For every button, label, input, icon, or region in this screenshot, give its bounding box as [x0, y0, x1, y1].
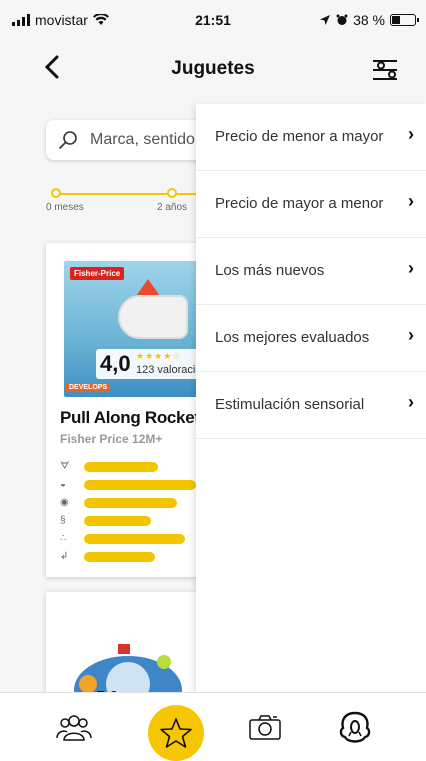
rocket-shape: [118, 295, 188, 339]
sort-option-newest[interactable]: Los más nuevos ›: [196, 238, 426, 305]
sort-menu: Precio de menor a mayor › Precio de mayo…: [196, 104, 426, 692]
nav-favorites[interactable]: [148, 705, 204, 761]
bottom-nav: [0, 692, 426, 761]
chevron-right-icon: ›: [408, 392, 414, 412]
skill-bar: [84, 462, 158, 472]
battery-icon: [390, 14, 419, 26]
hearing-icon: ᗊ: [60, 461, 70, 472]
eye-icon: ◉: [60, 497, 69, 508]
sort-option-label: Los mejores evaluados: [215, 329, 370, 346]
sort-option-price-asc[interactable]: Precio de menor a mayor ›: [196, 104, 426, 171]
skill-bar: [84, 534, 185, 544]
sort-option-best-rated[interactable]: Los mejores evaluados ›: [196, 305, 426, 372]
sliders-icon: [373, 60, 397, 80]
profile-icon: [339, 711, 371, 743]
age-label-min: 0 meses: [46, 202, 84, 213]
battery-percent: 38 %: [353, 12, 385, 28]
rating-stars: ★★★★☆: [136, 351, 182, 361]
skill-bar: [84, 516, 151, 526]
chevron-right-icon: ›: [408, 124, 414, 144]
community-icon: [56, 715, 92, 741]
motor-icon: §: [60, 515, 66, 526]
age-slider-handle-min[interactable]: [51, 188, 61, 198]
package-band: DEVELOPS: [66, 383, 111, 392]
alarm-icon: [336, 14, 348, 25]
touch-icon: ◒: [60, 479, 67, 490]
product-subtitle: Fisher Price 12M+: [60, 432, 163, 446]
rating-count: 123 valoraciones: [136, 364, 202, 376]
product-title: Pull Along Rocket: [60, 408, 200, 427]
skill-bar: [84, 552, 155, 562]
skill-bar: [84, 498, 177, 508]
chevron-right-icon: ›: [408, 325, 414, 345]
sort-option-label: Precio de menor a mayor: [215, 128, 384, 145]
sort-option-label: Los más nuevos: [215, 262, 325, 279]
location-arrow-icon: [320, 15, 331, 25]
skill-bar: [84, 480, 196, 490]
nav-community[interactable]: [54, 707, 94, 747]
sort-option-sensory[interactable]: Estimulación sensorial ›: [196, 372, 426, 439]
chevron-right-icon: ›: [408, 258, 414, 278]
brand-logo: Fisher-Price: [70, 267, 125, 280]
sort-option-price-desc[interactable]: Precio de mayor a menor ›: [196, 171, 426, 238]
sort-option-label: Estimulación sensorial: [215, 396, 365, 413]
product-image: Fisher-Price DEVELOPS 4,0 ★★★★☆ 123 valo…: [64, 261, 202, 397]
cognitive-icon: ↲: [60, 551, 69, 562]
battery-fill: [392, 16, 400, 24]
product-card[interactable]: 5,0: [46, 592, 206, 702]
search-icon: [59, 131, 77, 149]
product-card[interactable]: Fisher-Price DEVELOPS 4,0 ★★★★☆ 123 valo…: [46, 243, 206, 577]
filter-button[interactable]: [370, 56, 400, 84]
social-icon: ∴: [60, 533, 67, 544]
status-right-group: 38 %: [319, 12, 419, 28]
rating-overlay: 4,0 ★★★★☆ 123 valoraciones: [96, 349, 202, 379]
chevron-right-icon: ›: [408, 191, 414, 211]
age-slider-handle-max[interactable]: [167, 188, 177, 198]
status-bar: movistar 21:51 38 %: [0, 0, 426, 40]
rating-value: 4,0: [100, 351, 131, 376]
sort-option-label: Precio de mayor a menor: [215, 195, 384, 212]
star-icon: [160, 718, 192, 748]
search-input[interactable]: Marca, sentido: [90, 131, 195, 149]
app-header: Juguetes: [0, 40, 426, 100]
page-title: Juguetes: [171, 58, 255, 79]
nav-profile[interactable]: [335, 707, 375, 747]
age-label-max: 2 años: [157, 202, 188, 213]
nav-camera[interactable]: [245, 707, 285, 747]
camera-icon: [249, 715, 281, 740]
